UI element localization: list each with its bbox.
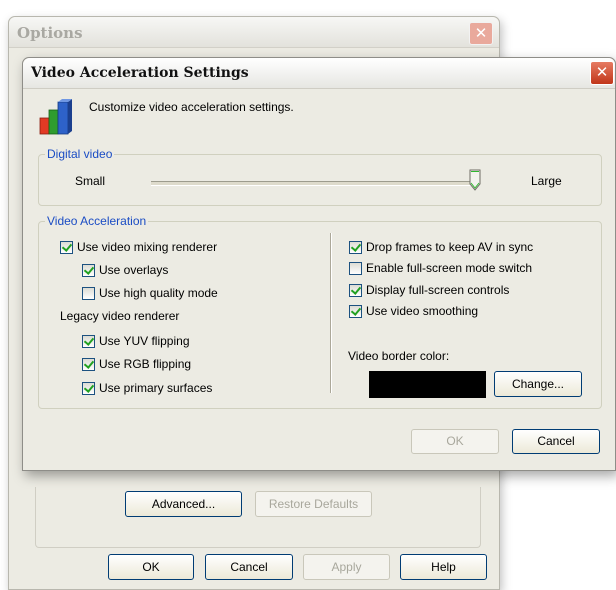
dialog-ok-button[interactable]: OK — [411, 429, 499, 454]
options-close-button[interactable]: ✕ — [469, 22, 493, 45]
checkbox-box[interactable] — [82, 287, 95, 300]
checkbox-box[interactable] — [82, 264, 95, 277]
slider-min-label: Small — [75, 174, 106, 188]
video-acceleration-dialog: Video Acceleration Settings ✕ Customize … — [22, 57, 616, 471]
drop-frames-checkbox[interactable]: Drop frames to keep AV in sync — [349, 240, 533, 255]
use-vmr-label: Use video mixing renderer — [77, 240, 218, 254]
checkbox-box[interactable] — [82, 335, 95, 348]
options-cancel-button[interactable]: Cancel — [205, 554, 293, 580]
checkbox-box[interactable] — [349, 305, 362, 318]
checkbox-box[interactable] — [349, 284, 362, 297]
bar-chart-icon — [39, 99, 72, 135]
slider-max-label: Large — [531, 174, 562, 188]
use-overlays-label: Use overlays — [99, 263, 169, 277]
use-rgb-checkbox[interactable]: Use RGB flipping — [82, 357, 191, 372]
fullscreen-switch-label: Enable full-screen mode switch — [366, 261, 533, 275]
use-yuv-checkbox[interactable]: Use YUV flipping — [82, 334, 190, 349]
options-help-button[interactable]: Help — [400, 554, 487, 580]
slider-thumb-icon[interactable] — [469, 169, 481, 191]
use-high-quality-label: Use high quality mode — [99, 286, 218, 300]
drop-frames-label: Drop frames to keep AV in sync — [366, 240, 534, 254]
video-smoothing-label: Use video smoothing — [366, 304, 479, 318]
digital-video-slider-track[interactable] — [151, 181, 471, 186]
advanced-button[interactable]: Advanced... — [125, 491, 242, 517]
fullscreen-controls-checkbox[interactable]: Display full-screen controls — [349, 283, 509, 298]
fullscreen-controls-label: Display full-screen controls — [366, 283, 510, 297]
checkbox-box[interactable] — [82, 358, 95, 371]
change-color-button[interactable]: Change... — [494, 371, 582, 397]
legacy-renderer-label: Legacy video renderer — [60, 309, 180, 323]
checkbox-box[interactable] — [60, 241, 73, 254]
use-vmr-checkbox[interactable]: Use video mixing renderer — [60, 240, 217, 255]
checkbox-box[interactable] — [349, 262, 362, 275]
use-yuv-label: Use YUV flipping — [99, 334, 190, 348]
use-rgb-label: Use RGB flipping — [99, 357, 192, 371]
options-apply-button[interactable]: Apply — [303, 554, 390, 580]
dialog-close-button[interactable]: ✕ — [590, 61, 614, 85]
digital-video-legend: Digital video — [45, 147, 115, 161]
video-smoothing-checkbox[interactable]: Use video smoothing — [349, 304, 478, 319]
use-high-quality-checkbox[interactable]: Use high quality mode — [82, 286, 218, 301]
fullscreen-switch-checkbox[interactable]: Enable full-screen mode switch — [349, 261, 532, 276]
use-primary-checkbox[interactable]: Use primary surfaces — [82, 381, 212, 396]
options-window-title: Options — [17, 24, 83, 42]
dialog-cancel-button[interactable]: Cancel — [512, 429, 600, 454]
checkbox-box[interactable] — [82, 382, 95, 395]
options-title-bar[interactable]: Options ✕ — [9, 17, 499, 48]
column-divider — [330, 233, 332, 393]
digital-video-group: Digital video — [38, 147, 602, 206]
close-icon: ✕ — [595, 64, 609, 81]
border-color-swatch — [369, 371, 486, 398]
intro-text: Customize video acceleration settings. — [89, 100, 294, 114]
use-primary-label: Use primary surfaces — [99, 381, 213, 395]
close-icon: ✕ — [474, 25, 488, 42]
video-acceleration-legend: Video Acceleration — [45, 214, 149, 228]
dialog-title: Video Acceleration Settings — [31, 65, 249, 81]
checkbox-box[interactable] — [349, 241, 362, 254]
use-overlays-checkbox[interactable]: Use overlays — [82, 263, 168, 278]
dialog-title-bar[interactable]: Video Acceleration Settings ✕ — [23, 58, 615, 89]
options-ok-button[interactable]: OK — [108, 554, 194, 580]
restore-defaults-button[interactable]: Restore Defaults — [255, 491, 372, 517]
border-color-label: Video border color: — [348, 349, 450, 363]
